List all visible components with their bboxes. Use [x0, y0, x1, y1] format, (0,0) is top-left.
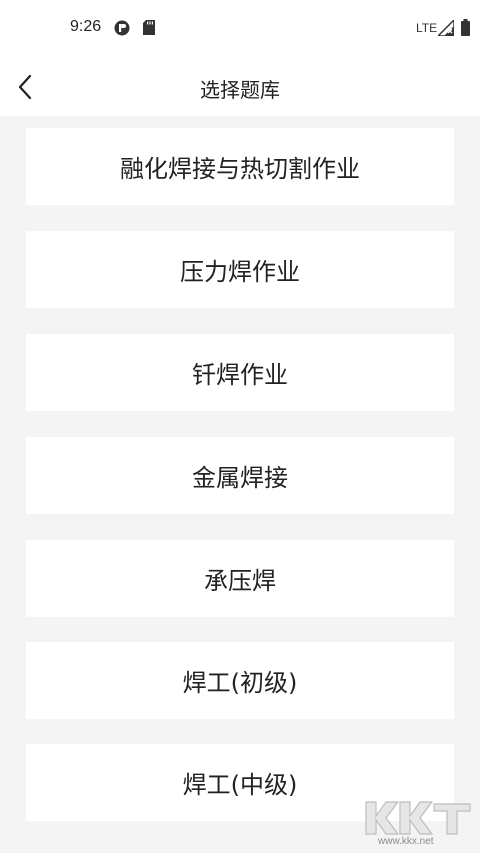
nav-bar: 选择题库	[0, 58, 480, 116]
status-time: 9:26	[70, 18, 102, 35]
list-item-label: 钎焊作业	[192, 361, 288, 389]
list-item[interactable]: 钎焊作业	[26, 334, 454, 411]
list-item[interactable]: 承压焊	[26, 540, 454, 617]
list-item[interactable]: 焊工(初级)	[26, 642, 454, 719]
list-item-label: 融化焊接与热切割作业	[120, 155, 360, 183]
network-type: LTE	[416, 21, 438, 35]
signal-icon	[438, 20, 454, 36]
list-item-label: 金属焊接	[192, 464, 288, 492]
status-bar: 9:26 LTE	[0, 0, 480, 58]
list-item-label: 焊工(中级)	[182, 771, 298, 799]
app-notification-icon	[114, 20, 130, 36]
list-item[interactable]: 压力焊作业	[26, 231, 454, 308]
list-item-label: 压力焊作业	[180, 258, 300, 286]
page-title: 选择题库	[200, 78, 280, 102]
list-item[interactable]: 金属焊接	[26, 437, 454, 514]
list-item-label: 焊工(初级)	[182, 669, 298, 697]
battery-icon	[461, 19, 470, 36]
list-item-label: 承压焊	[204, 567, 276, 595]
watermark-url: www.kkx.net	[378, 836, 434, 847]
sd-card-icon	[143, 20, 155, 35]
list-item[interactable]: 融化焊接与热切割作业	[26, 128, 454, 205]
